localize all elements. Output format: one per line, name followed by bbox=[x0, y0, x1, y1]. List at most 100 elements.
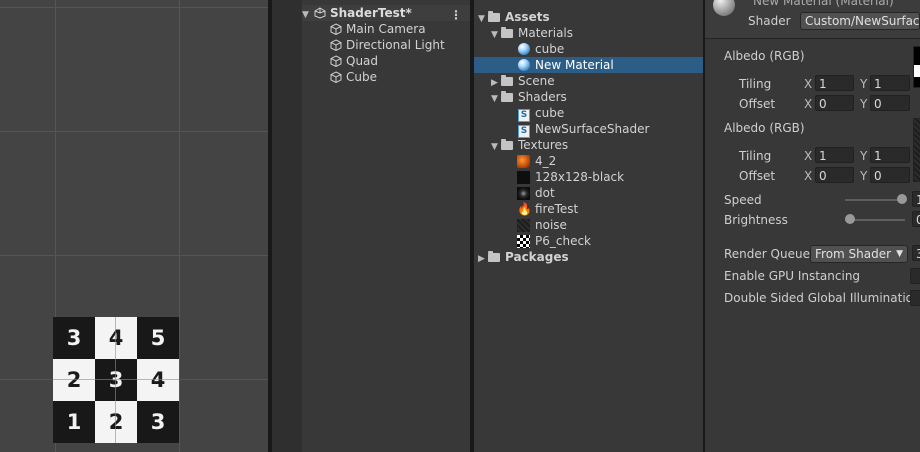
tiling-x-field[interactable]: 1 bbox=[815, 75, 854, 91]
grid-line bbox=[115, 317, 116, 443]
quad-cell: 3 bbox=[95, 359, 137, 401]
y-label: Y bbox=[860, 77, 868, 91]
asset-material-selected[interactable]: New Material bbox=[474, 57, 703, 73]
tiling-y-field[interactable]: 1 bbox=[870, 75, 910, 91]
chevron-down-icon: ▼ bbox=[896, 249, 903, 259]
asset-texture[interactable]: 128x128-black bbox=[474, 169, 703, 185]
scene-view[interactable]: 3 4 5 2 3 4 1 2 3 bbox=[0, 0, 268, 452]
hierarchy-item-label: Quad bbox=[346, 54, 379, 68]
grid-line bbox=[53, 379, 179, 380]
asset-label: New Material bbox=[535, 58, 614, 72]
caret-right-icon[interactable]: ▶ bbox=[478, 251, 488, 267]
offset-y-field[interactable]: 0 bbox=[870, 167, 910, 183]
scene-name: ShaderTest* bbox=[330, 6, 412, 20]
tiling-x-field[interactable]: 1 bbox=[815, 147, 854, 163]
asset-texture[interactable]: 🔥 fireTest bbox=[474, 201, 703, 217]
quad-cell: 2 bbox=[53, 359, 95, 401]
texture-thumbnail-icon bbox=[517, 187, 530, 200]
hierarchy-gutter bbox=[272, 0, 302, 452]
folder-icon bbox=[501, 75, 513, 86]
folder-textures[interactable]: ▼ Textures bbox=[474, 137, 703, 153]
x-label: X bbox=[804, 169, 813, 183]
hierarchy-item[interactable]: Directional Light bbox=[330, 37, 445, 53]
folder-label: Packages bbox=[505, 250, 569, 264]
more-options-icon[interactable]: ⋮ bbox=[450, 9, 462, 21]
asset-label: cube bbox=[535, 106, 565, 120]
asset-texture[interactable]: P6_check bbox=[474, 233, 703, 249]
asset-material[interactable]: cube bbox=[474, 41, 703, 57]
offset-y-field[interactable]: 0 bbox=[870, 95, 910, 111]
render-queue-number-field[interactable]: 3 bbox=[912, 245, 920, 261]
grid-line bbox=[0, 7, 268, 8]
material-icon bbox=[518, 59, 530, 71]
folder-shaders[interactable]: ▼ Shaders bbox=[474, 89, 703, 105]
hierarchy-item[interactable]: Cube bbox=[330, 69, 377, 85]
offset-label: Offset bbox=[739, 97, 776, 111]
grid-line bbox=[0, 255, 268, 256]
gpu-instancing-checkbox[interactable] bbox=[910, 268, 920, 284]
tiling-y-field[interactable]: 1 bbox=[870, 147, 910, 163]
asset-texture[interactable]: dot bbox=[474, 185, 703, 201]
speed-slider-handle[interactable] bbox=[897, 194, 907, 204]
x-label: X bbox=[804, 77, 813, 91]
albedo-label: Albedo (RGB) bbox=[724, 49, 805, 63]
hierarchy-panel: ▼ ShaderTest* ⋮ Main Camera Directional L… bbox=[272, 0, 470, 452]
quad-cell: 3 bbox=[137, 401, 179, 443]
asset-shader[interactable]: Scube bbox=[474, 105, 703, 122]
render-queue-label: Render Queue bbox=[724, 247, 810, 261]
y-label: Y bbox=[860, 149, 868, 163]
shader-dropdown[interactable]: Custom/NewSurfac bbox=[800, 12, 920, 30]
speed-label: Speed bbox=[724, 193, 762, 207]
offset-x-field[interactable]: 0 bbox=[815, 167, 854, 183]
render-queue-value: From Shader bbox=[815, 247, 892, 261]
asset-label: fireTest bbox=[535, 202, 579, 216]
fire-icon: 🔥 bbox=[517, 202, 532, 216]
offset-x-field[interactable]: 0 bbox=[815, 95, 854, 111]
albedo-texture-slot[interactable] bbox=[913, 118, 920, 182]
folder-scene[interactable]: ▶ Scene bbox=[474, 73, 703, 89]
asset-label: NewSurfaceShader bbox=[535, 122, 650, 136]
quad-object[interactable]: 3 4 5 2 3 4 1 2 3 bbox=[53, 317, 179, 443]
folder-materials[interactable]: ▼ Materials bbox=[474, 25, 703, 41]
caret-down-icon[interactable]: ▼ bbox=[302, 7, 312, 23]
tiling-label: Tiling bbox=[739, 77, 772, 91]
asset-texture[interactable]: 4_2 bbox=[474, 153, 703, 169]
hierarchy-item[interactable]: Quad bbox=[330, 53, 378, 69]
offset-label: Offset bbox=[739, 169, 776, 183]
double-sided-gi-label: Double Sided Global Illumination bbox=[724, 291, 920, 305]
hierarchy-item-label: Cube bbox=[346, 70, 377, 84]
albedo-texture-slot[interactable] bbox=[913, 46, 920, 88]
folder-icon bbox=[488, 251, 500, 262]
inspector-title: New Material (Material) bbox=[753, 0, 894, 8]
texture-thumbnail-icon bbox=[517, 155, 530, 168]
asset-label: cube bbox=[535, 42, 565, 56]
folder-assets[interactable]: ▼ Assets bbox=[474, 9, 703, 25]
render-queue-dropdown[interactable]: From Shader ▼ bbox=[810, 245, 908, 263]
hierarchy-item-label: Main Camera bbox=[346, 22, 426, 36]
folder-label: Shaders bbox=[518, 90, 567, 104]
texture-thumbnail-icon bbox=[517, 219, 530, 232]
hierarchy-item[interactable]: Main Camera bbox=[330, 21, 426, 37]
quad-cell: 4 bbox=[95, 317, 137, 359]
hierarchy-scene-row[interactable]: ▼ ShaderTest* ⋮ bbox=[302, 5, 470, 21]
folder-label: Assets bbox=[505, 10, 550, 24]
folder-label: Textures bbox=[518, 138, 569, 152]
albedo-label: Albedo (RGB) bbox=[724, 121, 805, 135]
x-label: X bbox=[804, 97, 813, 111]
brightness-slider-handle[interactable] bbox=[845, 214, 855, 224]
cube-icon bbox=[330, 23, 342, 35]
folder-label: Materials bbox=[518, 26, 574, 40]
double-sided-gi-checkbox[interactable] bbox=[910, 290, 920, 306]
speed-value-field[interactable]: 1 bbox=[912, 191, 920, 207]
folder-label: Scene bbox=[518, 74, 555, 88]
material-preview-icon bbox=[713, 0, 735, 16]
asset-shader[interactable]: S NewSurfaceShader bbox=[474, 121, 703, 138]
speed-slider-track[interactable] bbox=[845, 199, 905, 201]
folder-packages[interactable]: ▶ Packages bbox=[474, 249, 703, 265]
brightness-value-field[interactable]: 0 bbox=[912, 211, 920, 227]
asset-label: noise bbox=[535, 218, 567, 232]
folder-icon bbox=[501, 139, 513, 150]
quad-cell: 4 bbox=[137, 359, 179, 401]
asset-texture[interactable]: noise bbox=[474, 217, 703, 233]
asset-label: dot bbox=[535, 186, 555, 200]
